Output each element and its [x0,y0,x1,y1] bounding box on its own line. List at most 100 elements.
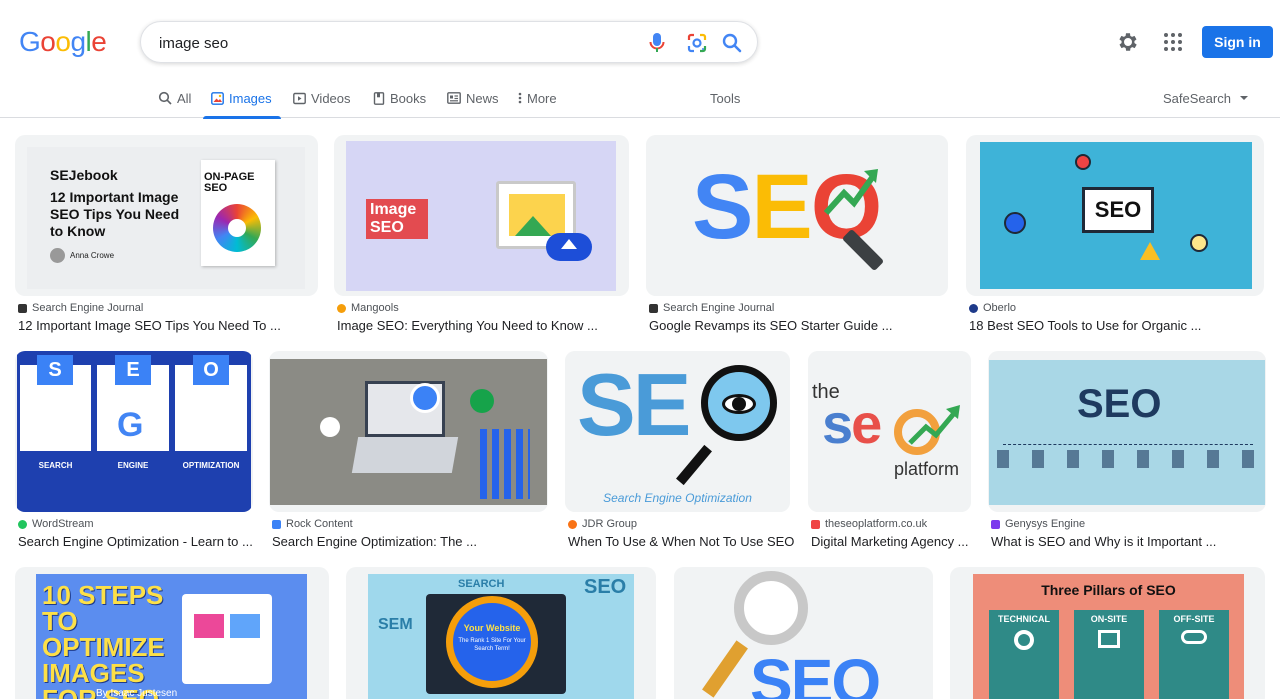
tools-button[interactable]: Tools [710,78,740,118]
result-card[interactable]: Three Pillars of SEO TECHNICAL ON-SITE O… [950,567,1265,699]
google-lens-icon[interactable] [685,31,709,55]
tab-books[interactable]: Books [373,78,426,118]
google-apps-icon[interactable] [1161,30,1185,54]
wheel-graphic [213,204,261,252]
video-icon [293,92,306,104]
link-icon [1181,630,1207,644]
thumbnail-text: SEO [750,646,881,699]
result-thumbnail[interactable]: Three Pillars of SEO TECHNICAL ON-SITE O… [950,567,1265,699]
result-thumbnail[interactable]: SEARCH SEO SEM Your Website The Rank 1 S… [346,567,656,699]
caret-down-icon [1239,96,1248,100]
tab-more[interactable]: More [518,78,557,118]
result-title[interactable]: Digital Marketing Agency ... [811,534,969,549]
tab-images[interactable]: Images [203,78,281,119]
search-icon[interactable] [720,31,744,55]
thumbnail-text: SEO [1082,187,1154,233]
source-name: theseoplatform.co.uk [825,518,928,530]
result-title[interactable]: When To Use & When Not To Use SEO [568,534,794,549]
thumbnail-text: platform [894,459,960,479]
result-card[interactable]: S E O SEARCH ENGINE OPTIMIZATION G WordS… [15,351,253,551]
result-thumbnail[interactable]: SEO [988,351,1266,512]
result-card[interactable]: SEO Genysys Engine What is SEO and Why i… [988,351,1266,551]
source-name: Mangools [351,302,399,314]
tab-news-label: News [466,90,499,106]
tools-label: Tools [710,90,741,106]
thumbnail-text: Image SEO [366,199,428,239]
result-thumbnail[interactable]: SEJebook 12 Important Image SEO Tips You… [15,135,318,296]
source-name: Genysys Engine [1005,518,1086,530]
tab-videos[interactable]: Videos [293,78,351,118]
chart-graphic [480,429,530,499]
result-thumbnail[interactable]: S E O SEARCH ENGINE OPTIMIZATION G [15,351,253,512]
result-thumbnail[interactable] [269,351,548,512]
result-card[interactable]: Image SEO Mangools Image SEO: Everything… [334,135,629,335]
thumbnail-image: SE Search Engine Optimization [565,351,790,512]
tab-news[interactable]: News [447,78,499,118]
favicon-icon [18,303,27,313]
tab-all[interactable]: All [158,78,191,118]
source-name: WordStream [32,518,94,530]
result-title[interactable]: 12 Important Image SEO Tips You Need To … [18,318,281,333]
thumbnail-text: The Rank 1 Site For Your Search Term! [458,638,526,652]
settings-gear-icon[interactable] [1116,30,1140,54]
result-card[interactable]: SEO Oberlo 18 Best SEO Tools to Use for … [966,135,1264,335]
result-source[interactable]: JDR Group [568,518,637,530]
result-source[interactable]: Rock Content [272,518,353,530]
result-source[interactable]: theseoplatform.co.uk [811,518,927,530]
result-card[interactable]: SE Search Engine Optimization JDR Group … [565,351,794,551]
header: Google Sign in All Images Videos [0,0,1280,119]
result-source[interactable]: Mangools [337,302,399,314]
result-title[interactable]: Search Engine Optimization - Learn to ..… [18,534,253,549]
result-source[interactable]: WordStream [18,518,94,530]
thumbnail-image: Three Pillars of SEO TECHNICAL ON-SITE O… [973,574,1244,699]
result-title[interactable]: 18 Best SEO Tools to Use for Organic ... [969,318,1201,333]
result-card[interactable]: the se platform theseoplatform.co.uk Dig… [808,351,971,551]
thumbnail-image: SEJebook 12 Important Image SEO Tips You… [27,147,305,289]
safesearch-dropdown[interactable]: SafeSearch [1163,78,1249,118]
thumbnail-text: ENGINE [97,451,169,495]
thumbnail-text: SEO [1077,382,1162,426]
thumbnail-image: SEO [674,567,933,699]
thumbnail-text: se [822,392,882,455]
result-title[interactable]: Image SEO: Everything You Need to Know .… [337,318,598,333]
result-title[interactable]: Google Revamps its SEO Starter Guide ... [649,318,893,333]
favicon-icon [18,519,27,529]
sign-in-button[interactable]: Sign in [1202,26,1273,58]
result-card[interactable]: Rock Content Search Engine Optimization:… [269,351,548,551]
result-thumbnail[interactable]: the se platform [808,351,971,512]
result-card[interactable]: SEARCH SEO SEM Your Website The Rank 1 S… [346,567,656,699]
result-title[interactable]: What is SEO and Why is it Important ... [991,534,1216,549]
thumbnail-text: SEARCH [20,451,91,495]
thumbnail-text: SEM [378,616,413,633]
magnifier-handle [702,640,748,698]
thumbnail-image: SEO [646,135,948,296]
result-thumbnail[interactable]: SEO [966,135,1264,296]
result-source[interactable]: Genysys Engine [991,518,1085,530]
result-thumbnail[interactable]: 10 STEPS TO OPTIMIZE IMAGES FOR SEO By I… [15,567,329,699]
result-card[interactable]: SEJebook 12 Important Image SEO Tips You… [15,135,318,335]
result-thumbnail[interactable]: Image SEO [334,135,629,296]
result-source[interactable]: Search Engine Journal [18,302,143,314]
magnifier-icon: Your Website The Rank 1 Site For Your Se… [446,596,538,688]
result-card[interactable]: SEO Search Engine Journal Google Revamps… [646,135,948,335]
result-title[interactable]: Search Engine Optimization: The ... [272,534,477,549]
result-thumbnail[interactable]: SEO [646,135,948,296]
pillar-technical: TECHNICAL [989,610,1059,699]
browser-graphic [182,594,272,684]
result-source[interactable]: Oberlo [969,302,1016,314]
thumbnail-text: OPTIMIZATION [175,451,247,495]
microphone-icon[interactable] [645,31,669,55]
google-logo[interactable]: Google [19,26,107,58]
result-thumbnail[interactable]: SE Search Engine Optimization [565,351,790,512]
result-source[interactable]: Search Engine Journal [649,302,774,314]
search-input[interactable] [159,31,629,55]
thumbnail-text: SEARCH [458,578,505,590]
cloud-upload-icon [546,233,592,261]
pillar-on-site: ON-SITE [1074,610,1144,699]
favicon-icon [649,303,658,313]
tab-all-label: All [177,90,192,106]
result-card[interactable]: 10 STEPS TO OPTIMIZE IMAGES FOR SEO By I… [15,567,329,699]
result-card[interactable]: SEO [674,567,933,699]
result-thumbnail[interactable]: SEO [674,567,933,699]
image-icon [211,91,224,105]
